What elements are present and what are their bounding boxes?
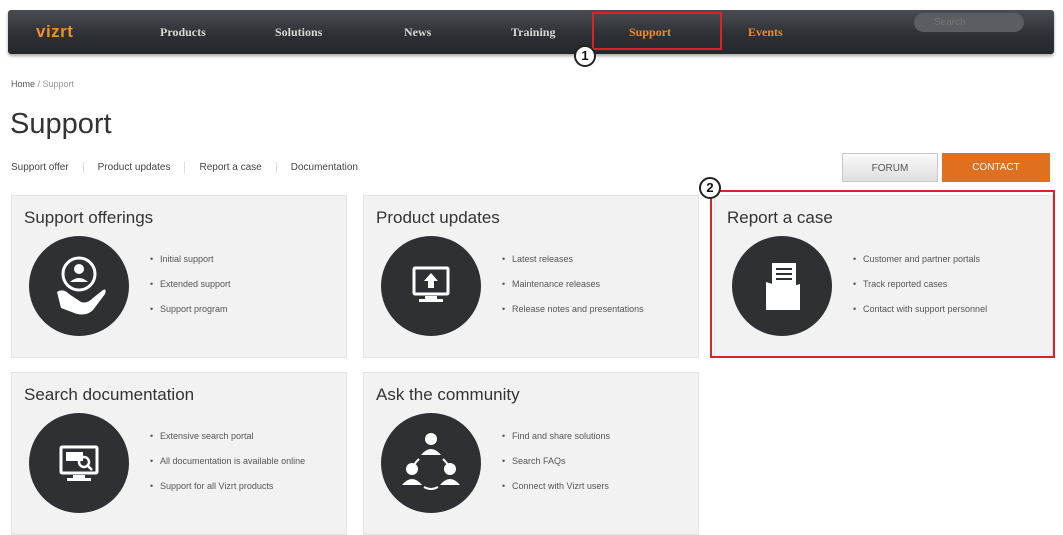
subnav-support-offer[interactable]: Support offer (11, 162, 83, 173)
bullet-list: Initial support Extended support Support… (150, 252, 330, 327)
search-input[interactable] (914, 13, 1024, 32)
card-title: Report a case (727, 208, 833, 227)
bullet-list: Latest releases Maintenance releases Rel… (502, 252, 682, 327)
card-support-offerings[interactable]: Support offerings Initial support Extend… (11, 195, 347, 358)
card-search-documentation[interactable]: Search documentation Extensive search po… (11, 372, 347, 535)
list-item[interactable]: Maintenance releases (502, 277, 682, 291)
list-item[interactable]: Find and share solutions (502, 429, 682, 443)
vizrt-logo[interactable]: vizrt (36, 22, 73, 42)
list-item[interactable]: Latest releases (502, 252, 682, 266)
list-item[interactable]: Support program (150, 302, 330, 316)
forum-button[interactable]: FORUM (842, 153, 938, 182)
document-folder-icon (732, 236, 832, 336)
subnav-product-updates[interactable]: Product updates (82, 162, 185, 173)
nav-item-training[interactable]: Training (511, 25, 555, 40)
list-item[interactable]: Extensive search portal (150, 429, 330, 443)
community-icon (381, 413, 481, 513)
page-title: Support (10, 108, 112, 140)
list-item[interactable]: Track reported cases (853, 277, 1033, 291)
nav-item-solutions[interactable]: Solutions (275, 25, 322, 40)
callout-2: 2 (699, 177, 721, 199)
card-title: Support offerings (24, 208, 154, 227)
list-item[interactable]: Search FAQs (502, 454, 682, 468)
list-item[interactable]: Extended support (150, 277, 330, 291)
list-item[interactable]: All documentation is available online (150, 454, 330, 468)
card-title: Product updates (376, 208, 500, 227)
subnav-report-a-case[interactable]: Report a case (184, 162, 275, 173)
bullet-list: Customer and partner portals Track repor… (853, 252, 1033, 327)
list-item[interactable]: Support for all Vizrt products (150, 479, 330, 493)
nav-item-products[interactable]: Products (160, 25, 206, 40)
breadcrumb-home[interactable]: Home (11, 79, 35, 89)
card-title: Ask the community (376, 385, 520, 404)
nav-item-support[interactable]: Support (629, 25, 671, 40)
contact-button[interactable]: CONTACT (942, 153, 1050, 182)
callout-1: 1 (574, 45, 596, 67)
breadcrumb-separator: / (35, 79, 43, 89)
bullet-list: Find and share solutions Search FAQs Con… (502, 429, 682, 504)
card-title: Search documentation (24, 385, 195, 404)
card-product-updates[interactable]: Product updates Latest releases Maintena… (363, 195, 699, 358)
nav-item-news[interactable]: News (404, 25, 431, 40)
list-item[interactable]: Initial support (150, 252, 330, 266)
card-ask-the-community[interactable]: Ask the community Find and share solutio… (363, 372, 699, 535)
hand-person-icon (29, 236, 129, 336)
list-item[interactable]: Contact with support personnel (853, 302, 1033, 316)
list-item[interactable]: Release notes and presentations (502, 302, 682, 316)
card-report-a-case[interactable]: Report a case Customer and partner porta… (714, 195, 1053, 358)
list-item[interactable]: Connect with Vizrt users (502, 479, 682, 493)
bullet-list: Extensive search portal All documentatio… (150, 429, 330, 504)
breadcrumb-current: Support (42, 79, 75, 89)
nav-item-events[interactable]: Events (748, 25, 783, 40)
monitor-upload-icon (381, 236, 481, 336)
sub-navigation: Support offer Product updates Report a c… (11, 162, 372, 173)
subnav-documentation[interactable]: Documentation (275, 162, 372, 173)
list-item[interactable]: Customer and partner portals (853, 252, 1033, 266)
monitor-search-icon (29, 413, 129, 513)
breadcrumb: Home / Support (11, 79, 74, 89)
top-navbar: vizrt Products Solutions News Training S… (8, 10, 1054, 54)
